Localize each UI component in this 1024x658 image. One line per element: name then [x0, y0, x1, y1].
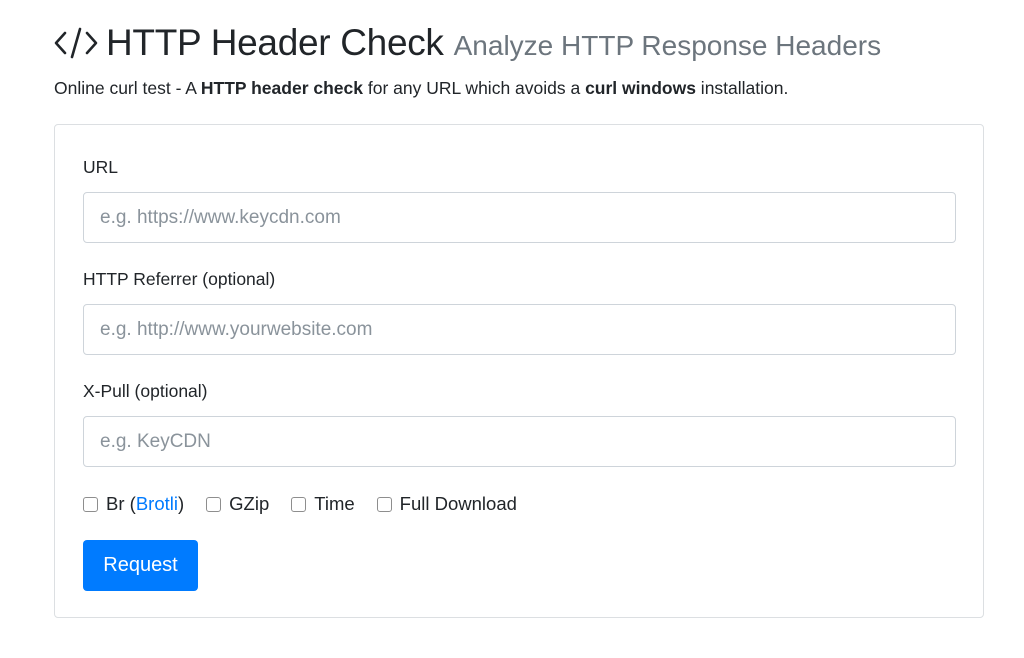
intro-bold-1: HTTP header check: [200, 78, 363, 98]
full-download-option-label: Full Download: [399, 493, 517, 514]
referrer-label: HTTP Referrer (optional): [83, 269, 276, 289]
gzip-checkbox[interactable]: [206, 496, 222, 512]
brotli-suffix: ): [177, 493, 185, 514]
time-option-label: Time: [314, 493, 355, 514]
full-download-option[interactable]: Full Download: [376, 493, 517, 515]
brotli-link[interactable]: Brotli: [136, 493, 178, 514]
options-row: Br (Brotli) GZip Time Full Download: [83, 493, 539, 515]
url-input[interactable]: [83, 192, 956, 243]
page-heading: HTTP Header Check Analyze HTTP Response …: [54, 22, 881, 64]
intro-part-3: installation.: [695, 78, 789, 98]
gzip-option-label: GZip: [229, 493, 270, 514]
request-form-card: URL HTTP Referrer (optional) X-Pull (opt…: [54, 124, 984, 618]
brotli-checkbox[interactable]: [83, 496, 98, 512]
brotli-prefix: Br (: [106, 493, 136, 514]
intro-part-1: Online curl test - A: [54, 78, 201, 98]
gzip-option[interactable]: GZip: [206, 493, 269, 515]
xpull-label: X-Pull (optional): [83, 381, 208, 401]
page: HTTP Header Check Analyze HTTP Response …: [0, 0, 1024, 658]
intro-bold-2: curl windows: [585, 78, 696, 98]
url-label: URL: [83, 157, 119, 177]
referrer-input[interactable]: [83, 304, 956, 355]
time-checkbox[interactable]: [291, 496, 307, 512]
intro-part-2: for any URL which avoids a: [362, 78, 586, 98]
brotli-option-label: Br (Brotli): [106, 493, 184, 515]
time-option[interactable]: Time: [291, 493, 355, 515]
full-download-checkbox[interactable]: [376, 496, 392, 512]
page-subtitle: Analyze HTTP Response Headers: [453, 30, 882, 61]
code-icon: [54, 27, 98, 59]
request-button[interactable]: Request: [83, 540, 198, 591]
xpull-input[interactable]: [83, 416, 956, 467]
intro-text: Online curl test - A HTTP header check f…: [54, 78, 788, 99]
brotli-option[interactable]: Br (Brotli): [83, 493, 184, 515]
page-title: HTTP Header Check: [106, 22, 444, 63]
